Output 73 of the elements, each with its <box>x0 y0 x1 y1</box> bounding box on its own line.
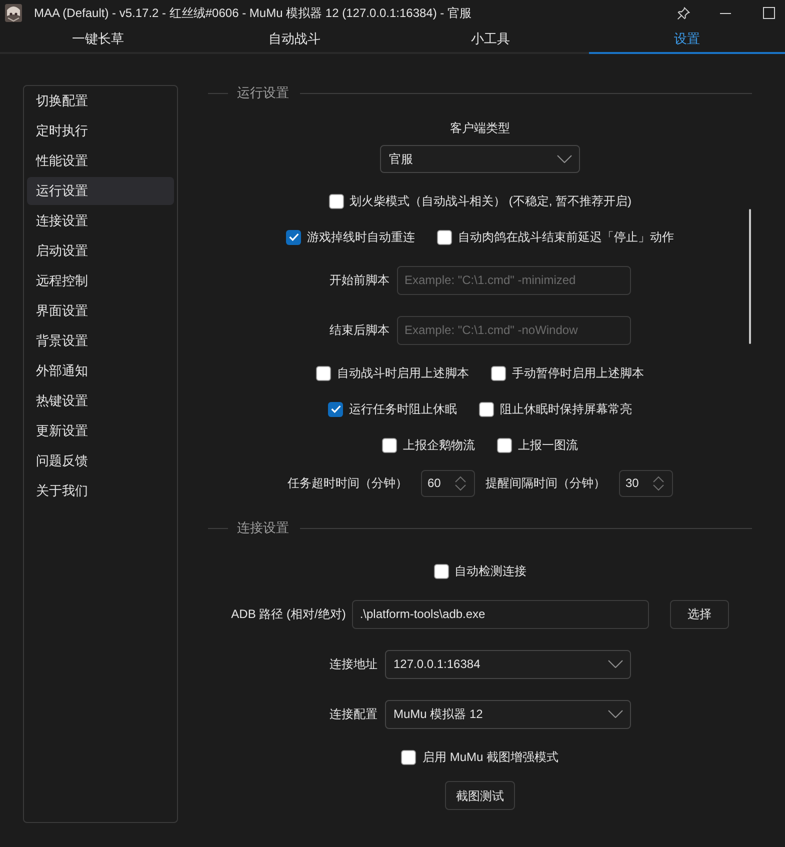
app-logo-icon <box>5 4 22 22</box>
field-label: 连接地址 <box>330 656 378 673</box>
field-label: 连接配置 <box>330 706 378 723</box>
chevron-down-icon <box>608 710 622 718</box>
sidebar-item[interactable]: 运行设置 <box>27 177 174 205</box>
minimize-icon[interactable] <box>720 12 731 14</box>
up-down-chevron-icon[interactable] <box>454 476 466 490</box>
checkbox[interactable] <box>437 230 452 244</box>
dropdown[interactable]: 官服 <box>380 145 580 173</box>
field-label: ADB 路径 (相对/绝对) <box>231 606 346 623</box>
section-title: 运行设置 <box>237 84 289 102</box>
number-field[interactable]: 60 <box>420 470 474 496</box>
sidebar-item[interactable]: 性能设置 <box>27 147 174 175</box>
number-field[interactable]: 30 <box>618 470 672 496</box>
sidebar-item[interactable]: 界面设置 <box>27 297 174 325</box>
maximize-icon[interactable] <box>763 7 775 19</box>
sidebar-item[interactable]: 切换配置 <box>27 87 174 115</box>
checkbox[interactable] <box>479 402 494 416</box>
sidebar-item[interactable]: 连接设置 <box>27 207 174 235</box>
tab[interactable]: 设置 <box>588 26 785 54</box>
checkbox[interactable] <box>491 366 506 380</box>
checkbox[interactable] <box>401 750 416 764</box>
screenshot-test-button[interactable]: 截图测试 <box>445 781 515 810</box>
window-title: MAA (Default) - v5.17.2 - 红丝绒#0606 - MuMu 模拟器 12 (127.0.0.1:16384) - 官服 <box>34 5 472 22</box>
field-label: 结束后脚本 <box>330 322 390 339</box>
input-field[interactable]: .\platform-tools\adb.exe <box>352 600 649 628</box>
checkbox-label[interactable]: 自动战斗时启用上述脚本 <box>337 364 469 382</box>
sidebar-item[interactable]: 背景设置 <box>27 327 174 355</box>
checkbox-label[interactable]: 划火柴模式（自动战斗相关） (不稳定, 暂不推荐开启) <box>350 192 632 210</box>
sidebar-item[interactable]: 远程控制 <box>27 267 174 295</box>
checkbox-label[interactable]: 运行任务时阻止休眠 <box>349 400 457 418</box>
checkbox[interactable] <box>382 438 397 452</box>
dropdown[interactable]: 127.0.0.1:16384 <box>384 650 630 678</box>
checkbox-label[interactable]: 阻止休眠时保持屏幕常亮 <box>500 400 632 418</box>
tab[interactable]: 自动战斗 <box>196 26 392 54</box>
sidebar-item[interactable]: 外部通知 <box>27 357 174 385</box>
checkbox-label[interactable]: 手动暂停时启用上述脚本 <box>512 364 644 382</box>
field-label: 提醒间隔时间（分钟） <box>486 475 606 492</box>
check-icon <box>330 405 340 413</box>
dropdown[interactable]: MuMu 模拟器 12 <box>384 700 630 728</box>
checkbox-label[interactable]: 游戏掉线时自动重连 <box>307 228 415 246</box>
sidebar-item[interactable]: 关于我们 <box>27 477 174 505</box>
sidebar-item[interactable]: 定时执行 <box>27 117 174 145</box>
checkbox[interactable] <box>286 230 301 244</box>
field-label: 任务超时时间（分钟） <box>288 475 408 492</box>
sidebar-item[interactable]: 更新设置 <box>27 417 174 445</box>
field-label: 开始前脚本 <box>330 272 390 289</box>
sidebar-item[interactable]: 热键设置 <box>27 387 174 415</box>
sidebar-item[interactable]: 启动设置 <box>27 237 174 265</box>
checkbox[interactable] <box>497 438 512 452</box>
checkbox[interactable] <box>434 564 448 578</box>
checkbox[interactable] <box>316 366 331 380</box>
chevron-down-icon <box>608 660 622 668</box>
up-down-chevron-icon[interactable] <box>652 476 664 490</box>
scrollbar-thumb[interactable] <box>749 209 751 344</box>
input-field[interactable]: Example: "C:\1.cmd" -noWindow <box>396 316 630 344</box>
chevron-down-icon <box>557 155 572 163</box>
tab[interactable]: 小工具 <box>392 26 589 54</box>
checkbox[interactable] <box>328 402 343 416</box>
select-button[interactable]: 选择 <box>670 600 729 628</box>
field-label: 客户端类型 <box>450 120 510 137</box>
check-icon <box>288 233 298 241</box>
checkbox[interactable] <box>328 194 344 208</box>
input-field[interactable]: Example: "C:\1.cmd" -minimized <box>396 266 630 294</box>
section-title: 连接设置 <box>237 519 289 538</box>
checkbox-label[interactable]: 自动肉鸽在战斗结束前延迟「停止」动作 <box>458 228 674 246</box>
tab[interactable]: 一键长草 <box>0 26 196 54</box>
checkbox-label[interactable]: 启用 MuMu 截图增强模式 <box>422 748 558 766</box>
pin-icon[interactable] <box>677 6 690 20</box>
checkbox-label[interactable]: 上报企鹅物流 <box>403 436 475 454</box>
sidebar-item[interactable]: 问题反馈 <box>27 447 174 475</box>
checkbox-label[interactable]: 上报一图流 <box>518 436 578 454</box>
checkbox-label[interactable]: 自动检测连接 <box>454 562 526 580</box>
